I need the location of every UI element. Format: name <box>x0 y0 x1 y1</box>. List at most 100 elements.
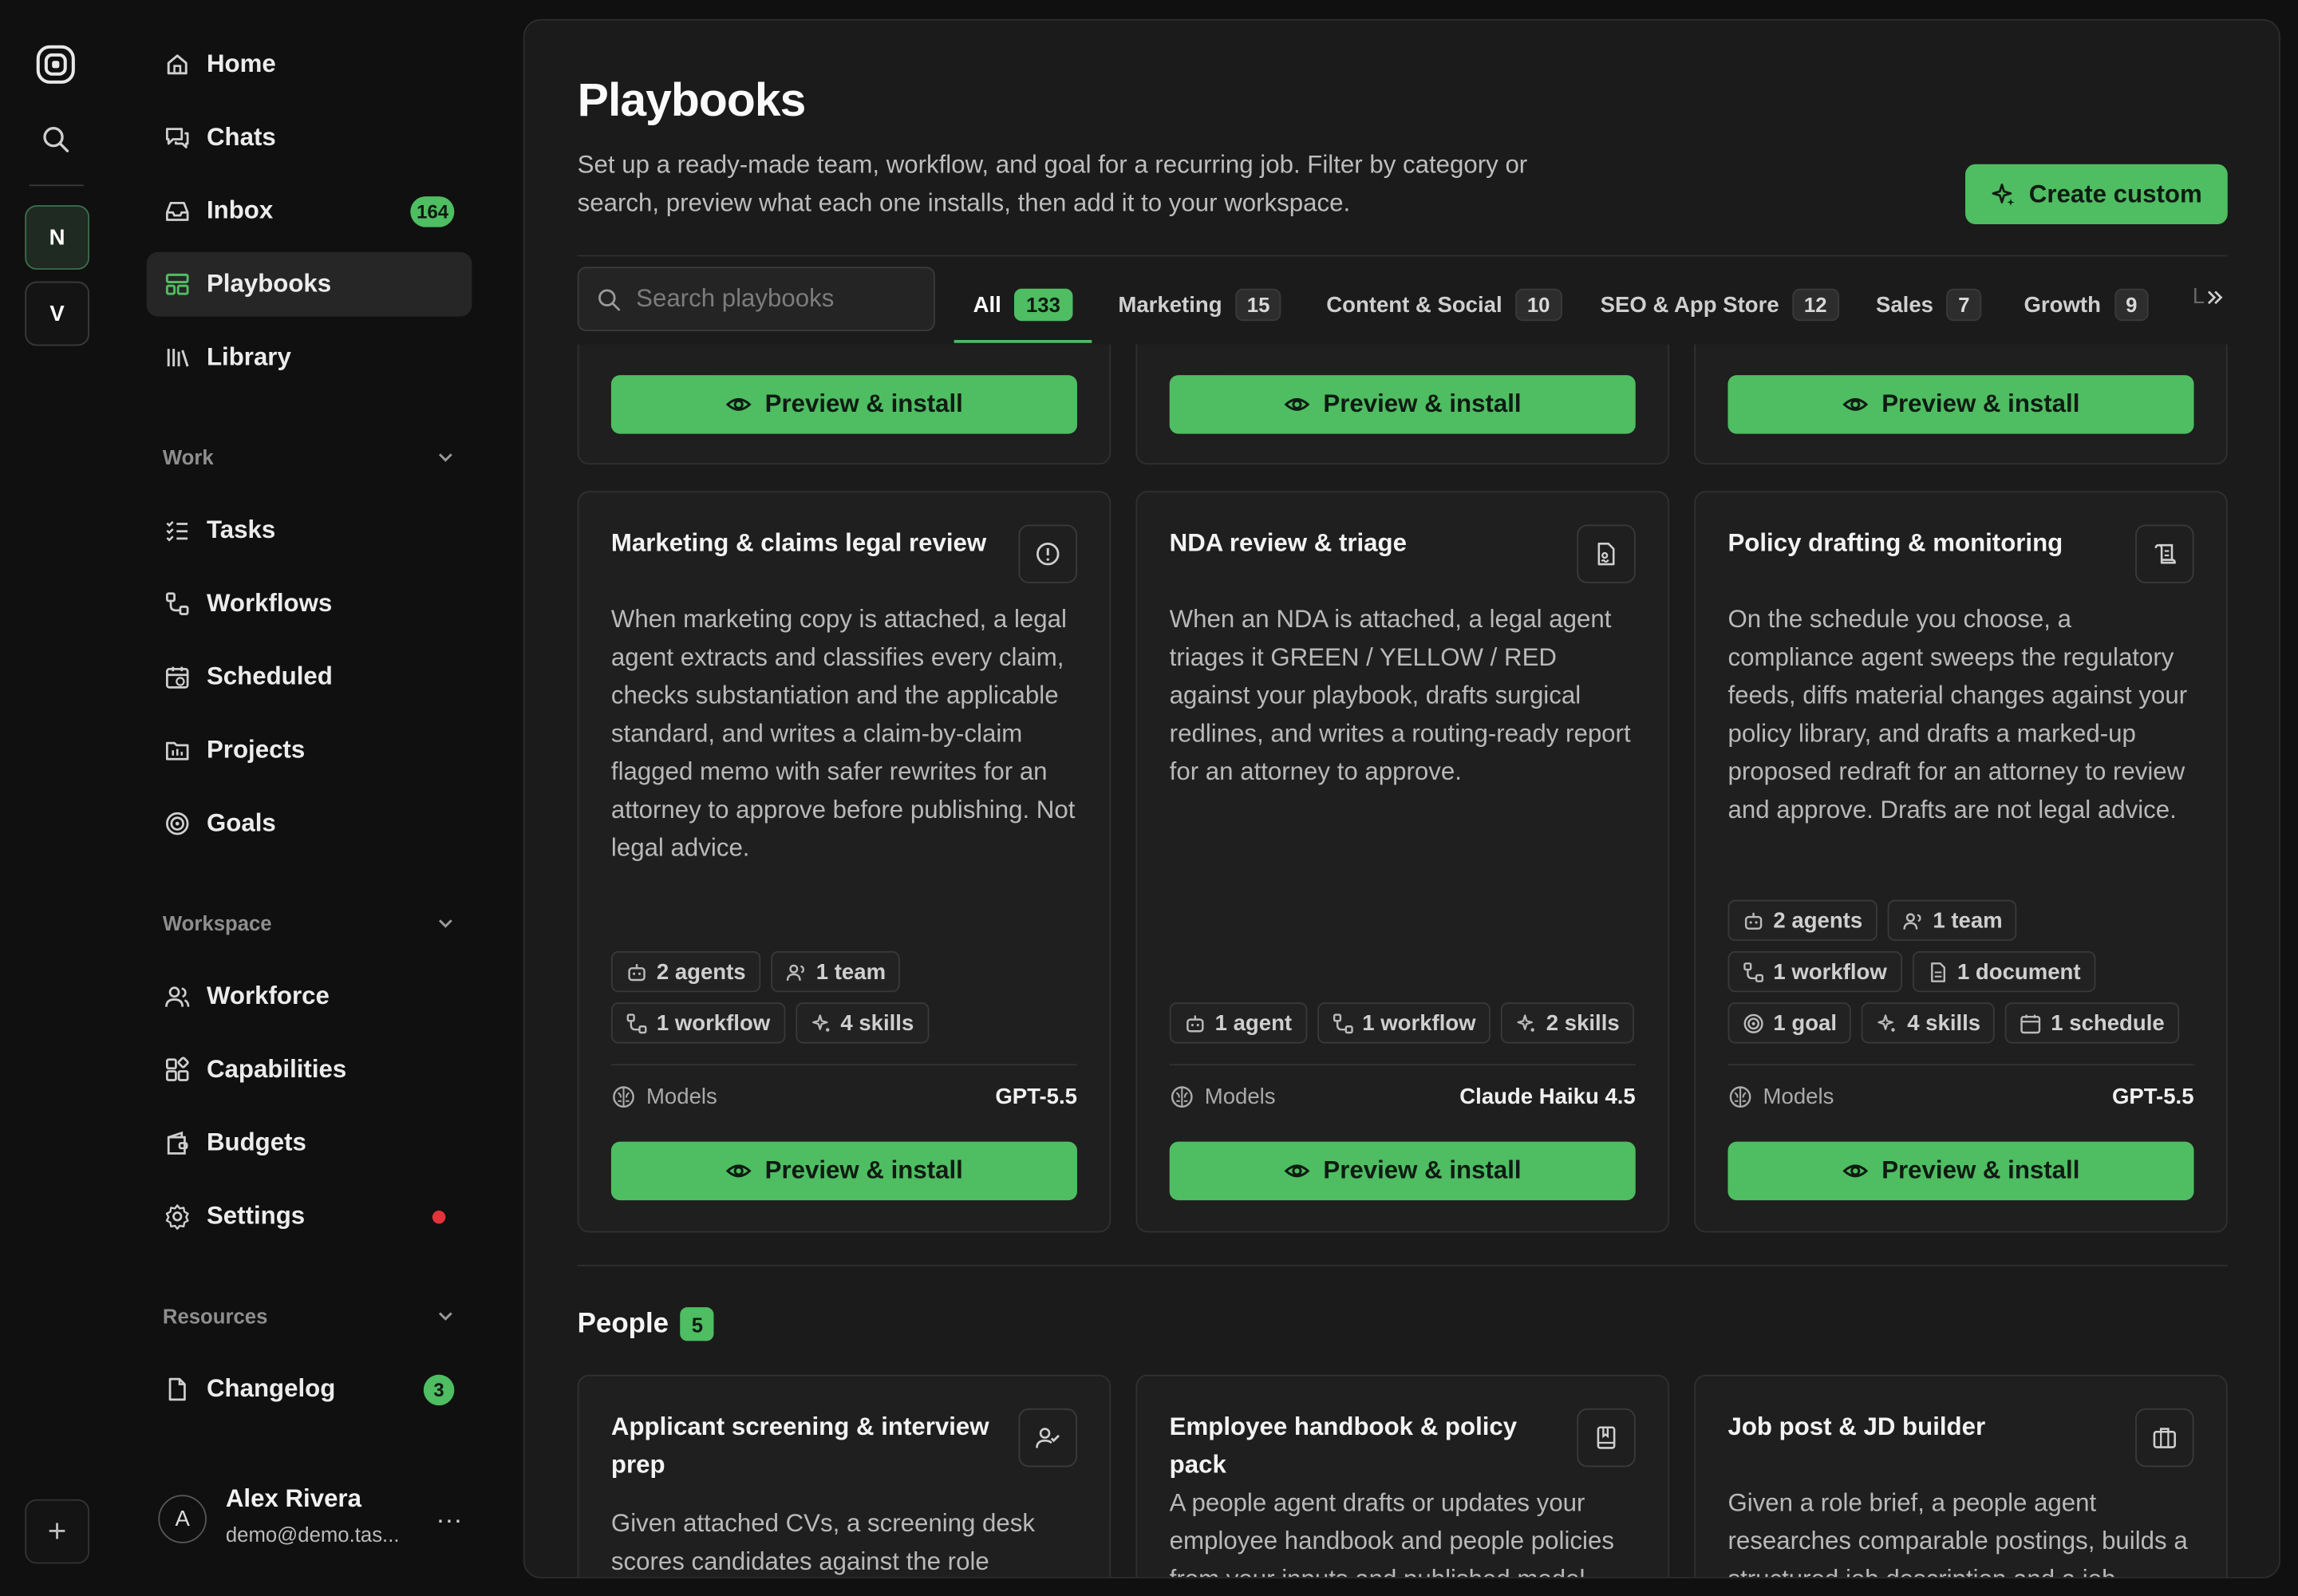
chevron-down-icon <box>435 913 456 934</box>
playbook-card-policy-drafting[interactable]: Policy drafting & monitoring On the sche… <box>1694 491 2228 1233</box>
sidebar-item-capabilities[interactable]: Capabilities <box>147 1037 472 1102</box>
card-chips: 2 agents 1 team 1 workflow 1 document 1 … <box>1727 899 2199 1044</box>
chip-label: 1 team <box>815 958 886 985</box>
search-input[interactable] <box>636 284 915 314</box>
sidebar-item-workforce[interactable]: Workforce <box>147 964 472 1029</box>
section-title: Workspace <box>162 911 272 935</box>
playbooks-grid: Preview & install Preview & install Prev… <box>525 344 2280 1578</box>
tab-overflow-label: L <box>2192 284 2205 310</box>
sidebar-item-settings[interactable]: Settings <box>147 1184 472 1249</box>
sidebar-item-label: Workflows <box>206 589 333 618</box>
sparkles-icon <box>1515 1012 1538 1034</box>
sidebar-item-tasks[interactable]: Tasks <box>147 498 472 563</box>
playbook-card-job-post[interactable]: Job post & JD builder Given a role brief… <box>1694 1374 2228 1578</box>
tab-content-social[interactable]: Content & Social 10 <box>1326 267 1562 342</box>
tab-sales[interactable]: Sales 7 <box>1876 267 1982 342</box>
card-title: Policy drafting & monitoring <box>1727 528 2063 557</box>
section-header-work[interactable]: Work <box>163 445 456 469</box>
sidebar-item-projects[interactable]: Projects <box>147 718 472 783</box>
sidebar-item-goals[interactable]: Goals <box>147 792 472 856</box>
create-custom-button[interactable]: Create custom <box>1965 164 2228 224</box>
alert-circle-icon <box>1018 524 1077 583</box>
sidebar-item-chats[interactable]: Chats <box>147 105 472 170</box>
card-description: Given attached CVs, a screening desk sco… <box>610 1509 1036 1576</box>
document-icon <box>164 1376 191 1402</box>
card-title: Marketing & claims legal review <box>610 528 987 557</box>
preview-install-label: Preview & install <box>764 389 963 418</box>
search-box[interactable] <box>577 267 935 332</box>
search-icon[interactable] <box>41 124 73 156</box>
playbook-card-employee-handbook[interactable]: Employee handbook & policy pack A people… <box>1135 1374 1670 1578</box>
card-description: On the schedule you choose, a compliance… <box>1727 605 2188 824</box>
tab-label: Marketing <box>1118 292 1222 318</box>
sidebar-item-library[interactable]: Library <box>147 326 472 390</box>
playbook-card: Preview & install <box>1135 344 1670 465</box>
tab-all[interactable]: All 133 <box>973 267 1072 342</box>
chip-team: 1 team <box>1887 899 2018 942</box>
sidebar-item-label: Workforce <box>206 982 330 1010</box>
team-icon <box>1902 910 1925 932</box>
projects-icon <box>164 737 191 764</box>
workspace-switch-v[interactable]: V <box>25 281 90 346</box>
chip-goal: 1 goal <box>1727 1002 1852 1044</box>
book-icon <box>1577 1408 1636 1468</box>
card-models-row: Models GPT-5.5 <box>1727 1084 2194 1110</box>
app-frame: N V + Home Chats Inbox 164 Playbooks Lib… <box>0 0 2298 1596</box>
sidebar-item-label: Capabilities <box>206 1055 347 1084</box>
goals-icon <box>164 811 191 837</box>
preview-install-button[interactable]: Preview & install <box>610 375 1077 434</box>
inbox-count-badge: 164 <box>410 196 455 227</box>
workflow-icon <box>1743 961 1765 983</box>
budgets-icon <box>164 1130 191 1156</box>
sidebar-item-home[interactable]: Home <box>147 32 472 97</box>
section-header-workspace[interactable]: Workspace <box>162 911 456 935</box>
models-label: Models <box>1204 1084 1276 1110</box>
playbook-card-nda-review[interactable]: NDA review & triage When an NDA is attac… <box>1135 491 1670 1233</box>
avatar: A <box>158 1495 207 1543</box>
sidebar-item-scheduled[interactable]: Scheduled <box>147 645 472 709</box>
more-options-button[interactable]: ... <box>436 1499 463 1531</box>
card-chips: 1 agent 1 workflow 2 skills <box>1169 1002 1641 1044</box>
workspace-switch-n[interactable]: N <box>25 205 90 270</box>
preview-install-button[interactable]: Preview & install <box>1169 375 1636 434</box>
section-title: People <box>577 1308 669 1339</box>
home-icon <box>164 51 191 77</box>
add-workspace-button[interactable]: + <box>25 1499 90 1564</box>
tab-growth[interactable]: Growth 9 <box>2024 267 2150 342</box>
section-count: 5 <box>680 1307 715 1341</box>
sidebar-item-changelog[interactable]: Changelog 3 <box>147 1357 472 1422</box>
sidebar-item-workflows[interactable]: Workflows <box>147 571 472 636</box>
preview-install-label: Preview & install <box>764 1156 963 1184</box>
tab-count: 7 <box>1946 288 1982 322</box>
sidebar-item-label: Chats <box>206 123 276 152</box>
chip-skills: 2 skills <box>1500 1002 1635 1044</box>
tab-seo-app-store[interactable]: SEO & App Store 12 <box>1601 267 1839 342</box>
preview-install-button[interactable]: Preview & install <box>1727 1141 2194 1201</box>
tabs-scroll-right[interactable]: L <box>2192 284 2225 310</box>
sidebar-item-budgets[interactable]: Budgets <box>147 1111 472 1175</box>
app-logo-icon[interactable] <box>35 44 76 85</box>
tab-label: Content & Social <box>1326 292 1502 318</box>
chip-label: 2 agents <box>656 958 746 985</box>
capabilities-icon <box>164 1057 191 1083</box>
preview-install-button[interactable]: Preview & install <box>1169 1141 1636 1201</box>
active-tab-indicator <box>954 340 1092 343</box>
section-header-resources[interactable]: Resources <box>162 1304 456 1328</box>
chip-label: 1 agent <box>1214 1010 1293 1036</box>
sidebar-item-playbooks[interactable]: Playbooks <box>146 251 472 317</box>
bot-icon <box>1743 910 1765 932</box>
workspace-rail: N V + <box>0 0 114 1596</box>
sidebar-item-inbox[interactable]: Inbox 164 <box>147 179 472 243</box>
tab-marketing[interactable]: Marketing 15 <box>1118 267 1282 342</box>
preview-install-button[interactable]: Preview & install <box>1727 375 2194 434</box>
sidebar-item-label: Projects <box>206 735 306 764</box>
card-models-row: Models Claude Haiku 4.5 <box>1170 1084 1636 1109</box>
section-divider <box>577 1264 2228 1266</box>
section-title: Resources <box>162 1304 268 1328</box>
model-name: GPT-5.5 <box>2111 1084 2194 1110</box>
user-profile[interactable]: A Alex Rivera demo@demo.tas... ... <box>158 1480 472 1556</box>
preview-install-button[interactable]: Preview & install <box>610 1141 1077 1201</box>
playbook-card-applicant-screening[interactable]: Applicant screening & interview prep Giv… <box>577 1374 1111 1578</box>
playbook-card-marketing-claims[interactable]: Marketing & claims legal review When mar… <box>577 491 1111 1233</box>
chip-agents: 2 agents <box>1727 899 1877 942</box>
